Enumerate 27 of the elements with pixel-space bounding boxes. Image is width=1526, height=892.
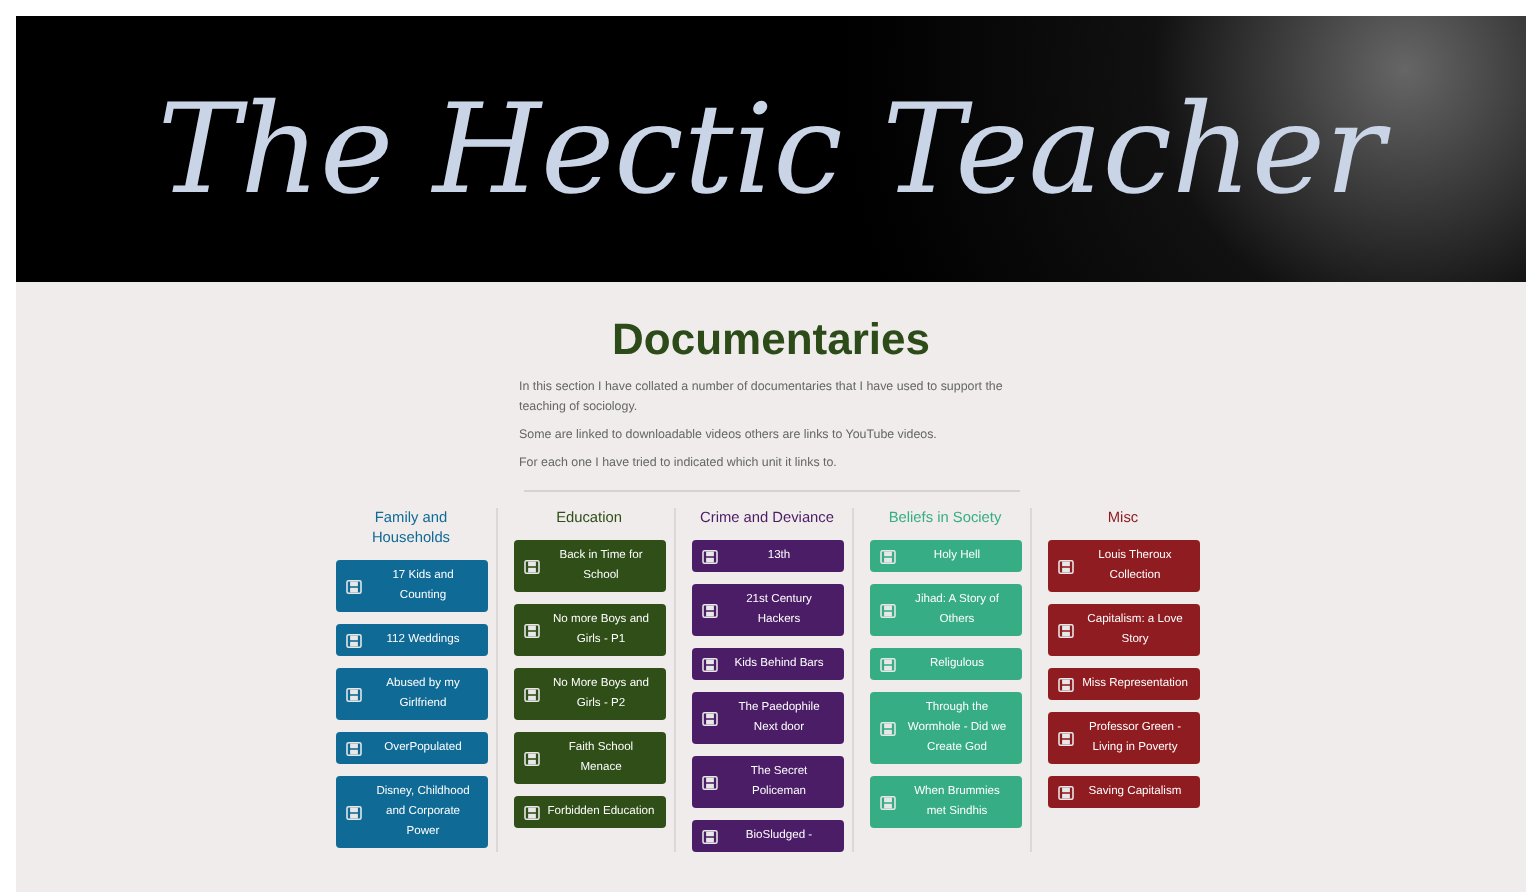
film-icon: [1057, 785, 1073, 799]
film-icon: [1057, 731, 1073, 745]
film-icon: [879, 549, 895, 563]
film-icon: [345, 633, 361, 647]
film-icon: [1057, 677, 1073, 691]
film-icon: [879, 657, 895, 671]
film-icon: [523, 805, 539, 819]
page-heading: Documentaries: [612, 314, 930, 366]
film-icon: [523, 623, 539, 637]
film-icon: [701, 657, 717, 671]
film-icon: [523, 559, 539, 573]
film-icon: [879, 795, 895, 809]
film-icon: [1057, 623, 1073, 637]
film-icon: [701, 549, 717, 563]
film-icon: [345, 805, 361, 819]
film-icon: [345, 687, 361, 701]
film-icon: [701, 775, 717, 789]
film-icon: [701, 711, 717, 725]
film-icon: [879, 603, 895, 617]
film-icon: [523, 687, 539, 701]
film-icon: [879, 721, 895, 735]
film-icon: [345, 741, 361, 755]
film-icon: [523, 751, 539, 765]
film-icon: [701, 603, 717, 617]
film-icon: [701, 829, 717, 843]
film-icon: [345, 579, 361, 593]
film-icon: [1057, 559, 1073, 573]
